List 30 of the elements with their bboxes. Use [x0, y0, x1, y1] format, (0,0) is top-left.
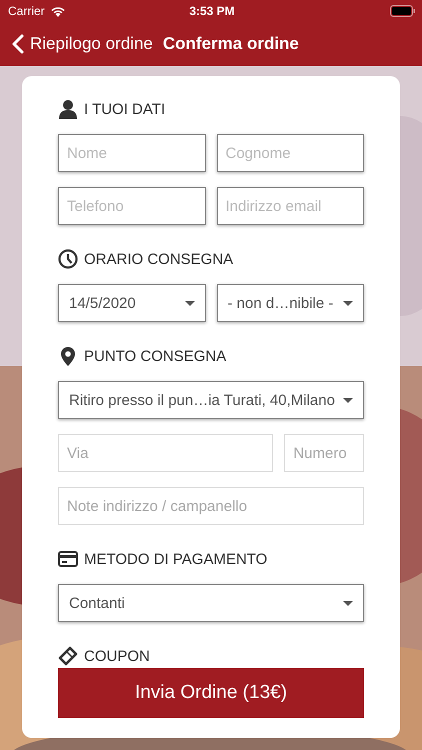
chevron-left-icon — [12, 34, 24, 54]
dropdown-caret-icon — [343, 398, 353, 402]
map-pin-icon — [58, 346, 78, 366]
input-field[interactable]: Telefono — [58, 187, 206, 225]
section-heading: METODO DI PAGAMENTO — [84, 550, 268, 568]
section-heading: PUNTO CONSEGNA — [84, 348, 226, 364]
input-field[interactable]: Cognome — [216, 134, 364, 172]
back-button[interactable]: Riepilogo ordine — [12, 34, 153, 54]
dropdown[interactable]: Ritiro presso il pun…ia Turati, 40,Milano — [58, 381, 364, 419]
dropdown-caret-icon — [184, 300, 194, 306]
credit-card-icon — [58, 549, 78, 569]
battery-icon — [390, 5, 416, 17]
dropdown[interactable]: 14/5/2020 — [58, 284, 206, 322]
person-icon — [58, 99, 78, 119]
dropdown[interactable]: - non d…nibile - — [216, 284, 364, 322]
input-field[interactable]: Indirizzo email — [216, 187, 364, 225]
clock-time: 3:53 PM — [189, 4, 235, 18]
section-heading: ORARIO CONSEGNA — [84, 250, 234, 268]
submit-order-button[interactable]: Invia Ordine (13€) — [58, 668, 364, 718]
wifi-icon — [50, 5, 66, 17]
ticket-icon — [58, 646, 78, 666]
section-heading: COUPON — [84, 648, 150, 664]
input-field[interactable]: Nome — [58, 134, 206, 172]
section-heading: I TUOI DATI — [84, 100, 166, 118]
clock-icon — [58, 249, 78, 269]
dropdown-caret-icon — [343, 600, 353, 606]
screen-title: Conferma ordine — [162, 34, 299, 54]
carrier-label: Carrier — [8, 4, 45, 18]
dropdown-caret-icon — [343, 300, 353, 306]
dropdown[interactable]: Contanti — [58, 584, 364, 622]
